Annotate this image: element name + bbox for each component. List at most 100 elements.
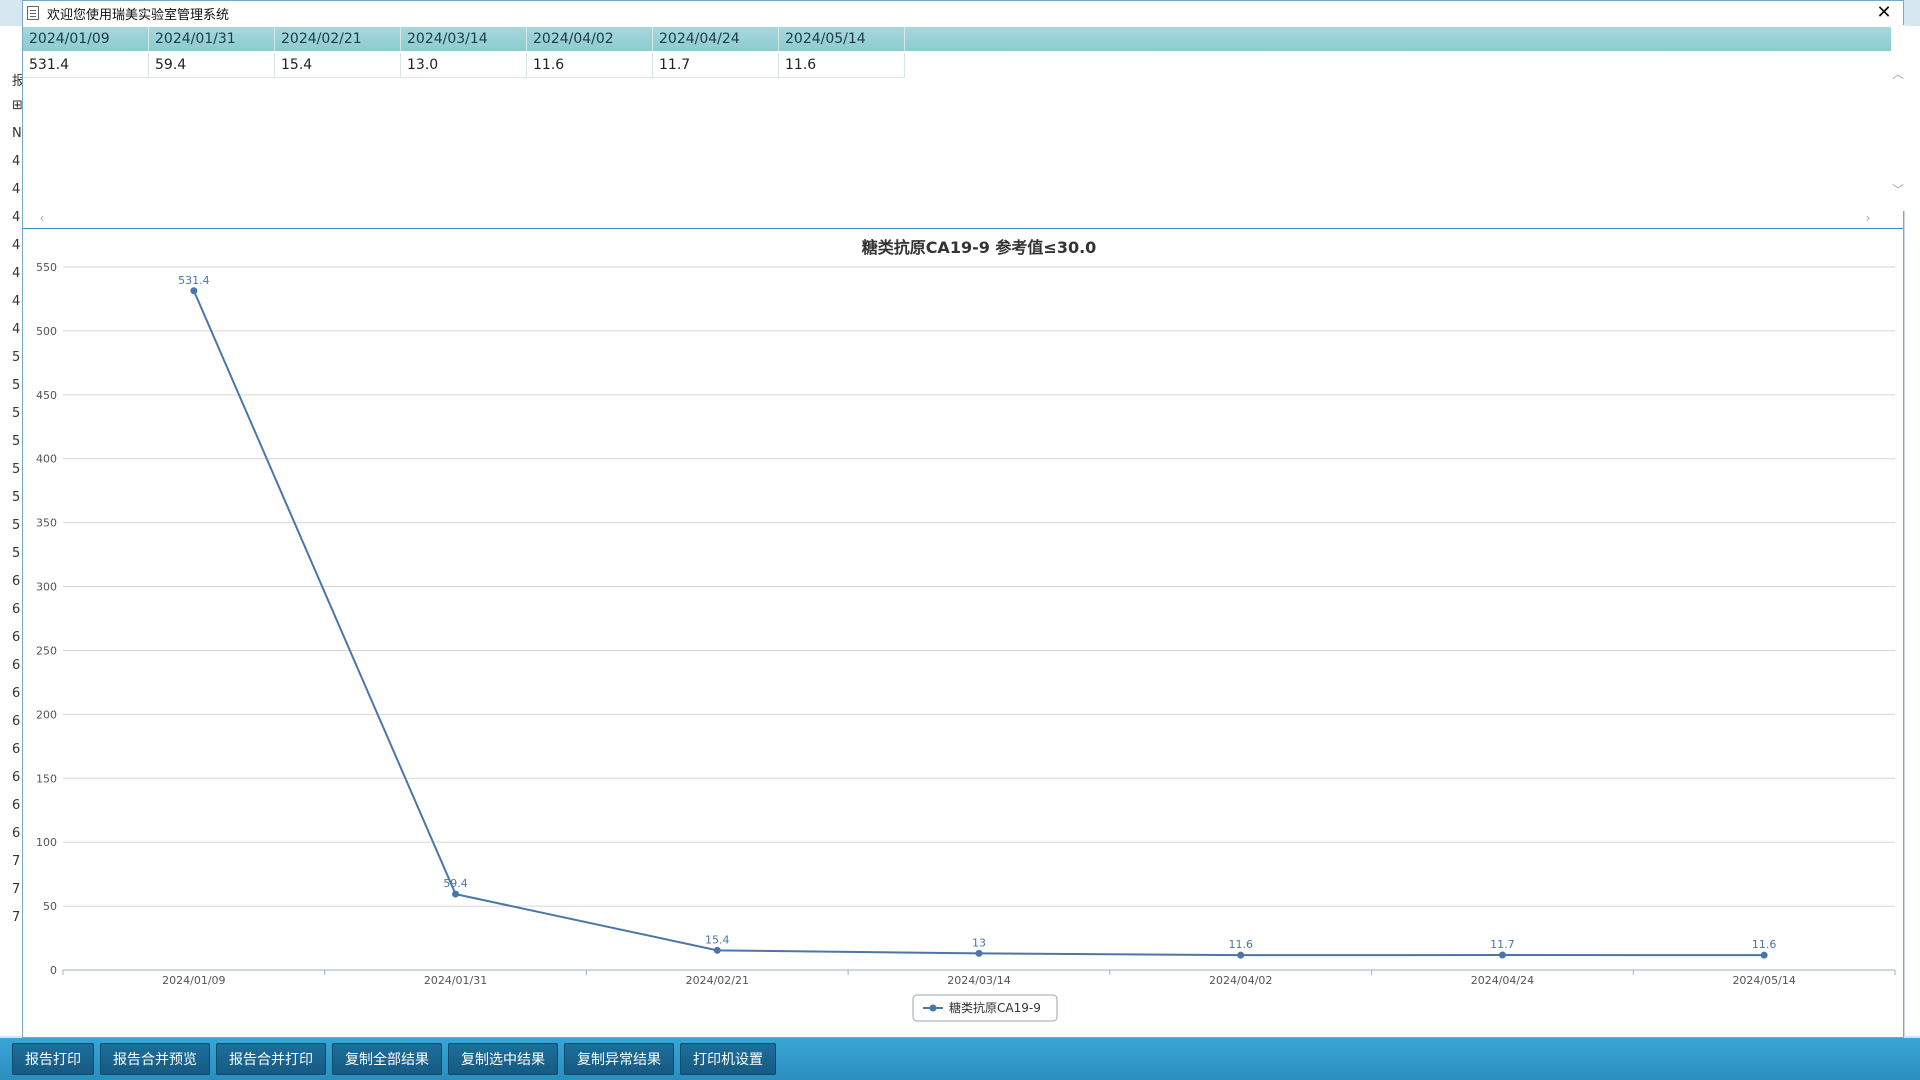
toolbar-button[interactable]: 复制全部结果 (332, 1043, 442, 1075)
data-point (713, 946, 721, 954)
y-tick-label: 100 (36, 836, 57, 849)
background-list-item: 5 (12, 406, 21, 421)
data-point (975, 949, 983, 957)
table-cell[interactable]: 531.4 (23, 53, 149, 77)
background-list-item: 6 (12, 770, 21, 785)
background-right-panel (1904, 26, 1920, 1036)
background-list-item: 6 (12, 574, 21, 589)
history-results-dialog: 欢迎您使用瑞美实验室管理系统 ✕ 2024/01/09 2024/01/31 202… (22, 0, 1905, 1038)
background-list-item: 6 (12, 602, 21, 617)
background-list-item: 4 (12, 210, 21, 225)
background-list-item: 4 (12, 154, 21, 169)
data-label: 11.7 (1490, 938, 1515, 951)
table-header: 2024/01/09 2024/01/31 2024/02/21 2024/03/14… (23, 27, 1891, 51)
background-left-list: 报 ⊞ N 4 4 4 4 4 4 4 5 5 5 5 5 5 5 5 6 6 6 6 6 6 6 6 6 6 7 7 7 (0, 26, 25, 1036)
background-list-item: 5 (12, 434, 21, 449)
table-row[interactable]: 531.4 59.4 15.4 13.0 11.6 11.7 11.6 (23, 53, 905, 78)
y-tick-label: 250 (36, 644, 57, 657)
table-cell[interactable]: 11.6 (527, 53, 653, 77)
background-list-item: 5 (12, 546, 21, 561)
data-label: 13 (972, 936, 986, 949)
background-list-item: 4 (12, 266, 21, 281)
table-cell[interactable]: 15.4 (275, 53, 401, 77)
trend-chart-svg: 糖类抗原CA19-9 参考值≤30.0 0 50 100 150 200 250 300 350… (36, 238, 1896, 1022)
table-horizontal-scrollbar[interactable]: ‹ › (23, 211, 1891, 227)
table-column-header[interactable]: 2024/01/09 (23, 27, 149, 51)
data-label: 15.4 (705, 933, 730, 946)
scroll-right-icon[interactable]: › (1861, 211, 1875, 225)
y-tick-label: 350 (36, 517, 57, 530)
toolbar-button[interactable]: 复制异常结果 (564, 1043, 674, 1075)
background-list-item: 5 (12, 378, 21, 393)
data-point (452, 890, 460, 898)
series-line (192, 290, 1765, 957)
y-tick-label: 550 (36, 261, 57, 274)
background-list-item: 5 (12, 490, 21, 505)
close-button[interactable]: ✕ (1873, 2, 1895, 24)
table-cell[interactable]: 11.6 (779, 53, 905, 77)
y-tick-label: 400 (36, 453, 57, 466)
data-point (1237, 951, 1245, 959)
trend-chart: 糖类抗原CA19-9 参考值≤30.0 0 50 100 150 200 250 300 350… (23, 229, 1903, 1037)
background-list-item: 4 (12, 294, 21, 309)
x-tick-label: 2024/01/31 (424, 974, 487, 987)
x-tick-label: 2024/04/02 (1209, 974, 1272, 987)
y-tick-label: 150 (36, 772, 57, 785)
y-tick-label: 0 (50, 964, 57, 977)
x-tick-label: 2024/02/21 (686, 974, 749, 987)
toolbar-button[interactable]: 打印机设置 (680, 1043, 776, 1075)
table-cell[interactable]: 59.4 (149, 53, 275, 77)
bottom-toolbar: 报告打印 报告合并预览 报告合并打印 复制全部结果 复制选中结果 复制异常结果 打印机设置 (0, 1038, 1920, 1080)
scroll-down-icon[interactable]: ﹀ (1891, 181, 1905, 198)
table-column-header[interactable]: 2024/05/14 (779, 27, 905, 51)
data-label: 531.4 (178, 274, 210, 287)
background-list-item: 4 (12, 322, 21, 337)
scroll-up-icon[interactable]: ︿ (1891, 65, 1905, 82)
toolbar-button[interactable]: 复制选中结果 (448, 1043, 558, 1075)
background-list-item: 6 (12, 714, 21, 729)
data-label: 11.6 (1752, 938, 1777, 951)
toolbar-button[interactable]: 报告打印 (12, 1043, 94, 1075)
data-point (1760, 951, 1768, 959)
results-table: 2024/01/09 2024/01/31 2024/02/21 2024/03/14… (23, 25, 1891, 211)
y-tick-label: 50 (43, 900, 57, 913)
chart-title: 糖类抗原CA19-9 参考值≤30.0 (862, 238, 1097, 257)
table-cell[interactable]: 13.0 (401, 53, 527, 77)
x-tick-label: 2024/05/14 (1732, 974, 1795, 987)
data-label: 59.4 (443, 877, 468, 890)
background-list-item: 6 (12, 658, 21, 673)
background-list-item: 6 (12, 798, 21, 813)
scroll-left-icon[interactable]: ‹ (35, 211, 49, 225)
document-icon (27, 6, 39, 20)
data-point (1498, 951, 1506, 959)
background-list-item: N (12, 126, 22, 141)
background-list-item: 4 (12, 182, 21, 197)
table-column-header[interactable]: 2024/04/24 (653, 27, 779, 51)
background-list-item: 6 (12, 742, 21, 757)
background-list-item: 4 (12, 238, 21, 253)
x-tick-label: 2024/03/14 (947, 974, 1010, 987)
y-tick-label: 300 (36, 581, 57, 594)
background-list-item: 6 (12, 630, 21, 645)
dialog-title: 欢迎您使用瑞美实验室管理系统 (47, 7, 230, 23)
legend-swatch-marker (929, 1004, 937, 1012)
background-list-item: 5 (12, 462, 21, 477)
table-column-header[interactable]: 2024/04/02 (527, 27, 653, 51)
table-column-header[interactable]: 2024/03/14 (401, 27, 527, 51)
background-list-item: 6 (12, 686, 21, 701)
toolbar-button[interactable]: 报告合并预览 (100, 1043, 210, 1075)
y-tick-label: 200 (36, 708, 57, 721)
table-vertical-scrollbar[interactable]: ︿ ﹀ (1891, 25, 1905, 211)
table-column-header[interactable]: 2024/02/21 (275, 27, 401, 51)
background-list-item: 7 (12, 882, 21, 897)
data-label: 11.6 (1228, 938, 1253, 951)
table-cell[interactable]: 11.7 (653, 53, 779, 77)
y-tick-label: 500 (36, 325, 57, 338)
table-column-header[interactable]: 2024/01/31 (149, 27, 275, 51)
background-list-item: 6 (12, 826, 21, 841)
background-list-item: 5 (12, 518, 21, 533)
background-list-item: 7 (12, 854, 21, 869)
background-list-item: 7 (12, 910, 21, 925)
toolbar-button[interactable]: 报告合并打印 (216, 1043, 326, 1075)
x-tick-label: 2024/04/24 (1471, 974, 1534, 987)
